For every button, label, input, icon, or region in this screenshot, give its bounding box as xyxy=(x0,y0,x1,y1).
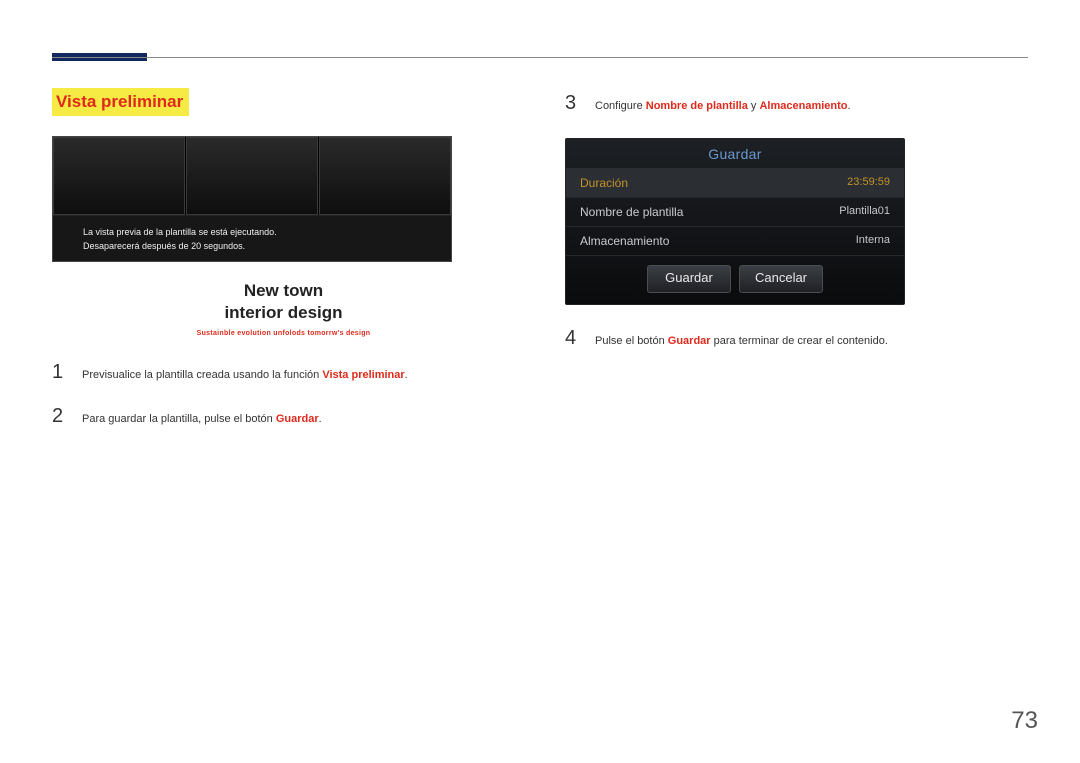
page-number: 73 xyxy=(1011,707,1038,735)
header-rule xyxy=(52,57,1028,58)
step-item: 4 Pulse el botón Guardar para terminar d… xyxy=(565,327,1028,351)
dialog-row-template-name: Nombre de plantilla Plantilla01 xyxy=(566,198,904,227)
step-body: Previsualice la plantilla creada usando … xyxy=(82,367,408,385)
preview-tiles xyxy=(53,137,451,215)
dialog-row-duration: Duración 23:59:59 xyxy=(566,169,904,198)
step-number: 2 xyxy=(52,405,68,428)
step-number: 4 xyxy=(565,327,581,350)
step-item: 2 Para guardar la plantilla, pulse el bo… xyxy=(52,405,515,429)
save-dialog-screenshot: Guardar Duración 23:59:59 Nombre de plan… xyxy=(565,138,905,305)
step-text: y xyxy=(748,100,760,112)
step-item: 1 Previsualice la plantilla creada usand… xyxy=(52,361,515,385)
right-column: 3 Configure Nombre de plantilla y Almace… xyxy=(565,88,1028,448)
caption-line: New town xyxy=(52,280,515,302)
save-button: Guardar xyxy=(647,265,731,293)
content: Vista preliminar La vista previa de la p… xyxy=(52,88,1028,448)
dialog-row-value: Plantilla01 xyxy=(839,205,890,219)
step-number: 1 xyxy=(52,361,68,384)
step-text: . xyxy=(319,413,322,425)
preview-tile xyxy=(53,137,185,215)
preview-toast-line: La vista previa de la plantilla se está … xyxy=(83,226,421,240)
step-text: Para guardar la plantilla, pulse el botó… xyxy=(82,413,276,425)
dialog-title: Guardar xyxy=(566,139,904,169)
step-body: Pulse el botón Guardar para terminar de … xyxy=(595,333,888,351)
step-keyword: Guardar xyxy=(276,413,319,425)
left-steps: 1 Previsualice la plantilla creada usand… xyxy=(52,361,515,428)
step-text: Previsualice la plantilla creada usando … xyxy=(82,369,322,381)
section-title: Vista preliminar xyxy=(52,88,189,116)
step-text: Pulse el botón xyxy=(595,335,668,347)
dialog-row-label: Almacenamiento xyxy=(580,234,669,248)
cancel-button: Cancelar xyxy=(739,265,823,293)
preview-toast: La vista previa de la plantilla se está … xyxy=(53,215,451,261)
step-text: . xyxy=(405,369,408,381)
step-body: Configure Nombre de plantilla y Almacena… xyxy=(595,98,851,116)
step-keyword: Guardar xyxy=(668,335,711,347)
caption-subtitle: Sustainble evolution unfolods tomorrw's … xyxy=(52,330,515,337)
preview-caption: New town interior design Sustainble evol… xyxy=(52,280,515,337)
preview-tile xyxy=(186,137,318,215)
step-text: para terminar de crear el contenido. xyxy=(711,335,888,347)
dialog-row-value: Interna xyxy=(856,234,890,248)
preview-tile xyxy=(319,137,451,215)
left-column: Vista preliminar La vista previa de la p… xyxy=(52,88,515,448)
dialog-buttons: Guardar Cancelar xyxy=(566,256,904,304)
step-item: 3 Configure Nombre de plantilla y Almace… xyxy=(565,92,1028,116)
step-number: 3 xyxy=(565,92,581,115)
step-text: . xyxy=(848,100,851,112)
step-body: Para guardar la plantilla, pulse el botó… xyxy=(82,411,322,429)
caption-line: interior design xyxy=(52,302,515,324)
step-keyword: Vista preliminar xyxy=(322,369,404,381)
dialog-row-label: Nombre de plantilla xyxy=(580,205,683,219)
step-keyword: Nombre de plantilla xyxy=(646,100,748,112)
dialog-row-label: Duración xyxy=(580,176,628,190)
step-text: Configure xyxy=(595,100,646,112)
dialog-row-storage: Almacenamiento Interna xyxy=(566,227,904,256)
preview-toast-line: Desaparecerá después de 20 segundos. xyxy=(83,240,421,254)
preview-screenshot: La vista previa de la plantilla se está … xyxy=(52,136,452,262)
dialog-row-value: 23:59:59 xyxy=(847,176,890,190)
step-keyword: Almacenamiento xyxy=(759,100,847,112)
